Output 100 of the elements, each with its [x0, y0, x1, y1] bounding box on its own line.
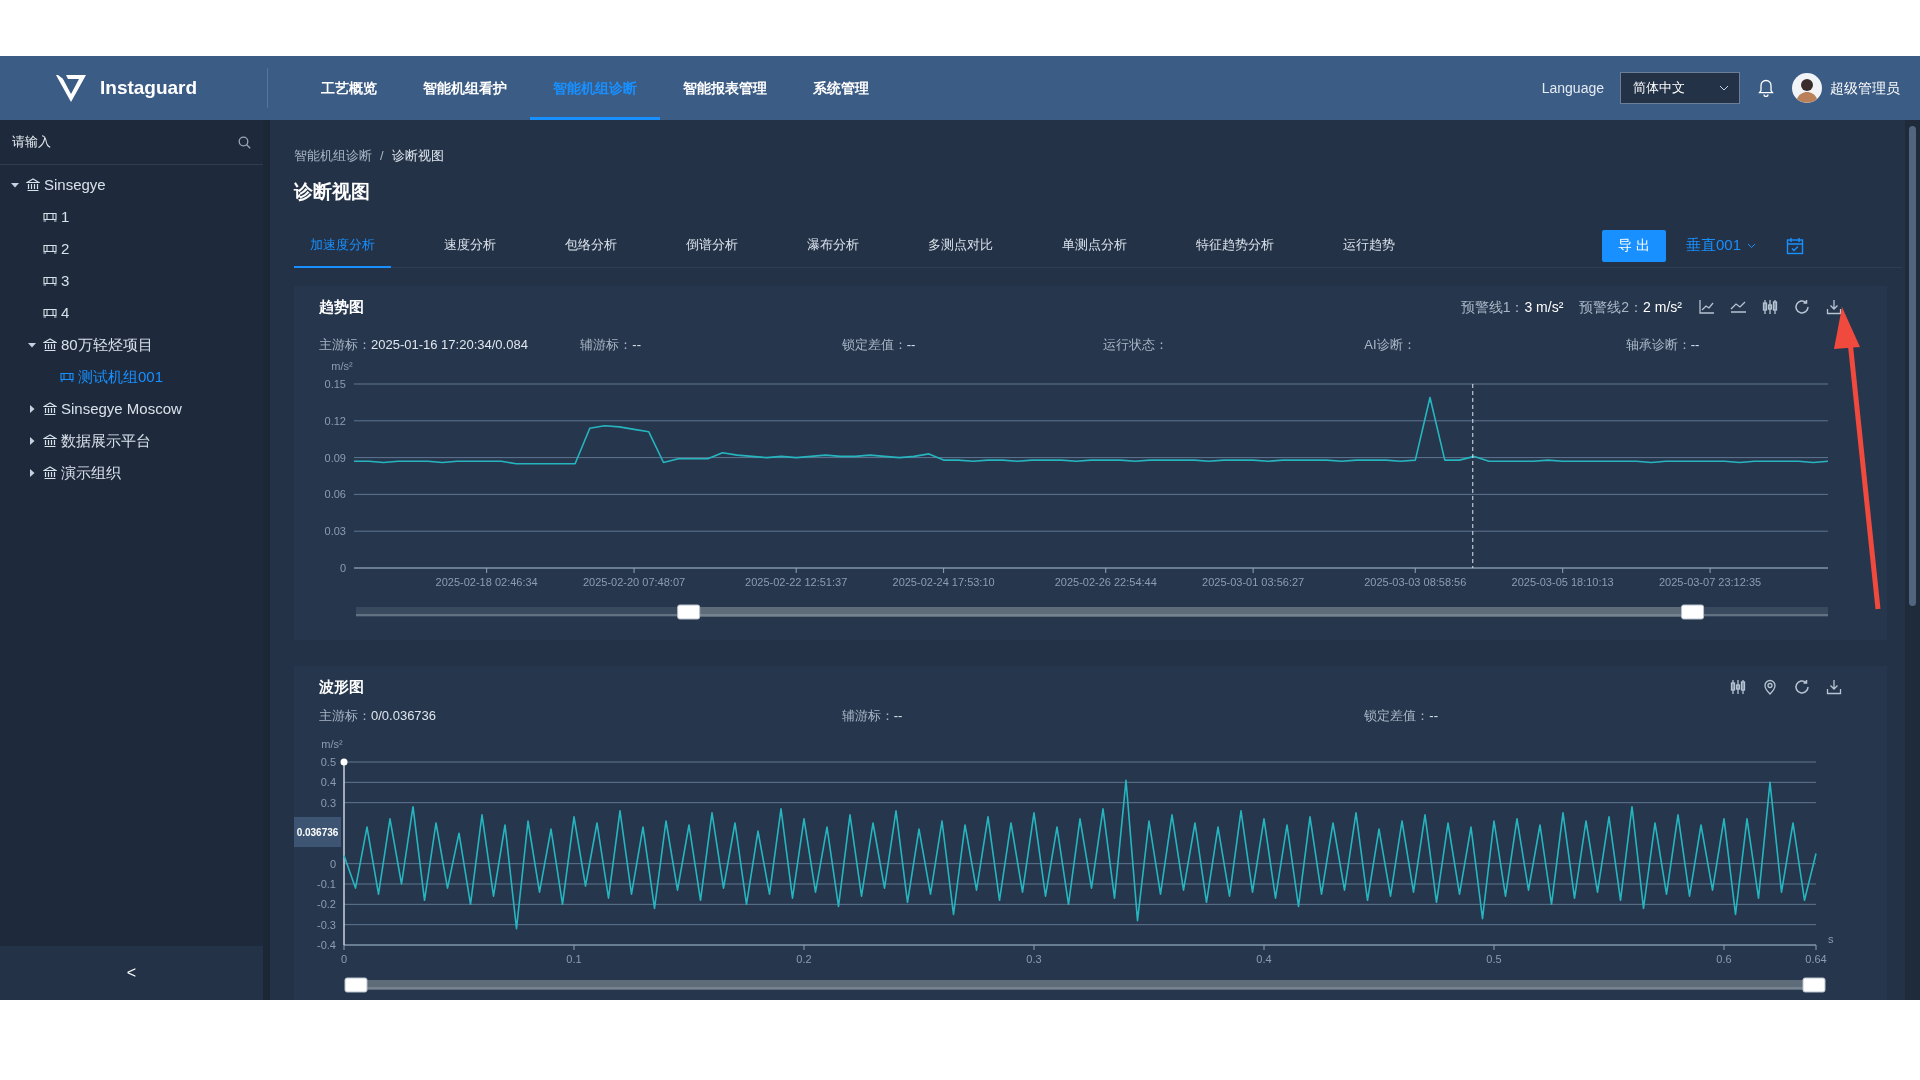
cursor-info: 锁定差值：-- [1364, 707, 1439, 725]
y-axis-label: -0.3 [317, 918, 336, 931]
tree-item[interactable]: 演示组织 [0, 457, 263, 489]
x-axis-label: 2025-03-03 08:58:56 [1364, 575, 1467, 588]
warning-line-text: 预警线2：2 m/s² [1579, 297, 1682, 317]
x-axis-label: 0.6 [1716, 952, 1732, 965]
device-icon [60, 370, 74, 384]
y-axis-label: 0 [329, 857, 336, 870]
x-axis-label: 0.64 [1805, 952, 1827, 965]
y-axis-label: 0.12 [324, 414, 346, 427]
analysis-tab[interactable]: 多测点对比 [912, 223, 1009, 268]
calendar-icon[interactable] [1786, 236, 1804, 255]
refresh-icon[interactable] [1794, 679, 1810, 695]
language-select[interactable]: 简体中文 [1620, 72, 1740, 104]
y-axis-label: 0.4 [320, 775, 336, 788]
breadcrumb-link[interactable]: 智能机组诊断 [294, 146, 372, 166]
nav-tab[interactable]: 系统管理 [790, 56, 892, 120]
slider-handle[interactable] [1802, 977, 1826, 992]
zoom-slider[interactable] [355, 604, 1829, 619]
x-axis-label: 0 [340, 952, 348, 965]
x-axis-label: 0.5 [1486, 952, 1502, 965]
language-label: Language [1541, 78, 1604, 98]
tree-item[interactable]: 测试机组001 [0, 361, 263, 393]
candlestick-icon[interactable] [1762, 299, 1778, 315]
trend-line-icon[interactable] [1730, 299, 1746, 315]
caret-right-icon[interactable] [28, 437, 36, 445]
scrollbar[interactable] [1905, 120, 1920, 1000]
y-axis-label: 0.3 [320, 796, 336, 809]
device-icon [43, 274, 57, 288]
tree-item[interactable]: 2 [0, 233, 263, 265]
device-icon [43, 242, 57, 256]
caret-icon [1719, 85, 1729, 91]
caret-down-icon[interactable] [11, 181, 19, 189]
caret-right-icon[interactable] [28, 405, 36, 413]
breadcrumb-separator: / [380, 147, 384, 165]
cursor-info: 主游标：0/0.036736 [319, 707, 438, 725]
y-axis-label: -0.1 [317, 877, 336, 890]
caret-down-icon[interactable] [28, 341, 36, 349]
cursor-info: 锁定差值：-- [841, 336, 917, 354]
building-icon [26, 178, 40, 192]
unit-label: m/s² [321, 737, 343, 750]
analysis-tab[interactable]: 包络分析 [549, 223, 633, 268]
x-axis-label: 2025-03-05 18:10:13 [1511, 575, 1614, 588]
cursor-info: 运行状态： [1103, 336, 1169, 354]
search-icon[interactable] [238, 135, 251, 149]
tree-item[interactable]: 数据展示平台 [0, 425, 263, 457]
tree-item[interactable]: 4 [0, 297, 263, 329]
nav-tab[interactable]: 工艺概览 [298, 56, 400, 120]
tree-item[interactable]: Sinsegye Moscow [0, 393, 263, 425]
nav-tab[interactable]: 智能机组看护 [400, 56, 530, 120]
analysis-tab[interactable]: 运行趋势 [1327, 223, 1411, 268]
value-tooltip: 0.036736 [294, 816, 341, 847]
panel-title: 趋势图 [319, 296, 364, 317]
y-axis-label: -0.2 [317, 897, 336, 910]
cursor-info: 辅游标：-- [841, 707, 904, 725]
device-icon [43, 306, 57, 320]
zoom-slider[interactable] [344, 977, 1826, 992]
collapse-button[interactable]: < [0, 946, 263, 1000]
slider-handle[interactable] [677, 604, 701, 619]
user-name[interactable]: 超级管理员 [1830, 77, 1900, 99]
analysis-tab[interactable]: 速度分析 [428, 223, 512, 268]
tree-item[interactable]: 1 [0, 201, 263, 233]
analysis-tab[interactable]: 瀑布分析 [791, 223, 875, 268]
x-axis-label: 2025-02-26 22:54:44 [1054, 575, 1157, 588]
logo-icon [54, 73, 88, 103]
analysis-tab[interactable]: 倒谱分析 [670, 223, 754, 268]
candlestick-icon[interactable] [1730, 679, 1746, 695]
analysis-tab[interactable]: 特征趋势分析 [1180, 223, 1290, 268]
caret-icon [1747, 242, 1756, 249]
page-title: 诊断视图 [294, 179, 371, 204]
location-pin-icon[interactable] [1762, 679, 1778, 695]
analysis-tab[interactable]: 单测点分析 [1046, 223, 1143, 268]
slider-handle[interactable] [344, 977, 368, 992]
tree-item[interactable]: Sinsegye [0, 169, 263, 201]
line-chart-icon[interactable] [1698, 299, 1714, 315]
refresh-icon[interactable] [1794, 299, 1810, 315]
building-icon [43, 402, 57, 416]
tree-item[interactable]: 80万轻烃项目 [0, 329, 263, 361]
avatar[interactable] [1792, 73, 1822, 103]
panel-title: 波形图 [319, 676, 364, 697]
breadcrumb-current: 诊断视图 [391, 147, 444, 165]
brand-name: Instaguard [100, 75, 198, 100]
y-axis-label: 0.06 [324, 487, 346, 500]
search-field[interactable]: 请输入 [12, 132, 238, 152]
nav-tab[interactable]: 智能报表管理 [660, 56, 790, 120]
y-axis-label: 0.03 [324, 524, 346, 537]
slider-handle[interactable] [1681, 604, 1705, 619]
y-axis-label: 0.5 [320, 755, 336, 768]
cursor-info: 轴承诊断：-- [1625, 336, 1701, 354]
point-select[interactable]: 垂直001 [1679, 233, 1762, 258]
download-icon[interactable] [1826, 299, 1842, 315]
bell-icon[interactable] [1758, 79, 1774, 97]
tree-item[interactable]: 3 [0, 265, 263, 297]
caret-right-icon[interactable] [28, 469, 36, 477]
building-icon [43, 434, 57, 448]
download-icon[interactable] [1826, 679, 1842, 695]
analysis-tab[interactable]: 加速度分析 [294, 223, 391, 268]
warning-line-text: 预警线1：3 m/s² [1460, 297, 1564, 317]
y-axis-label: 0.15 [324, 377, 346, 390]
x-axis-label: 0.3 [1026, 952, 1042, 965]
